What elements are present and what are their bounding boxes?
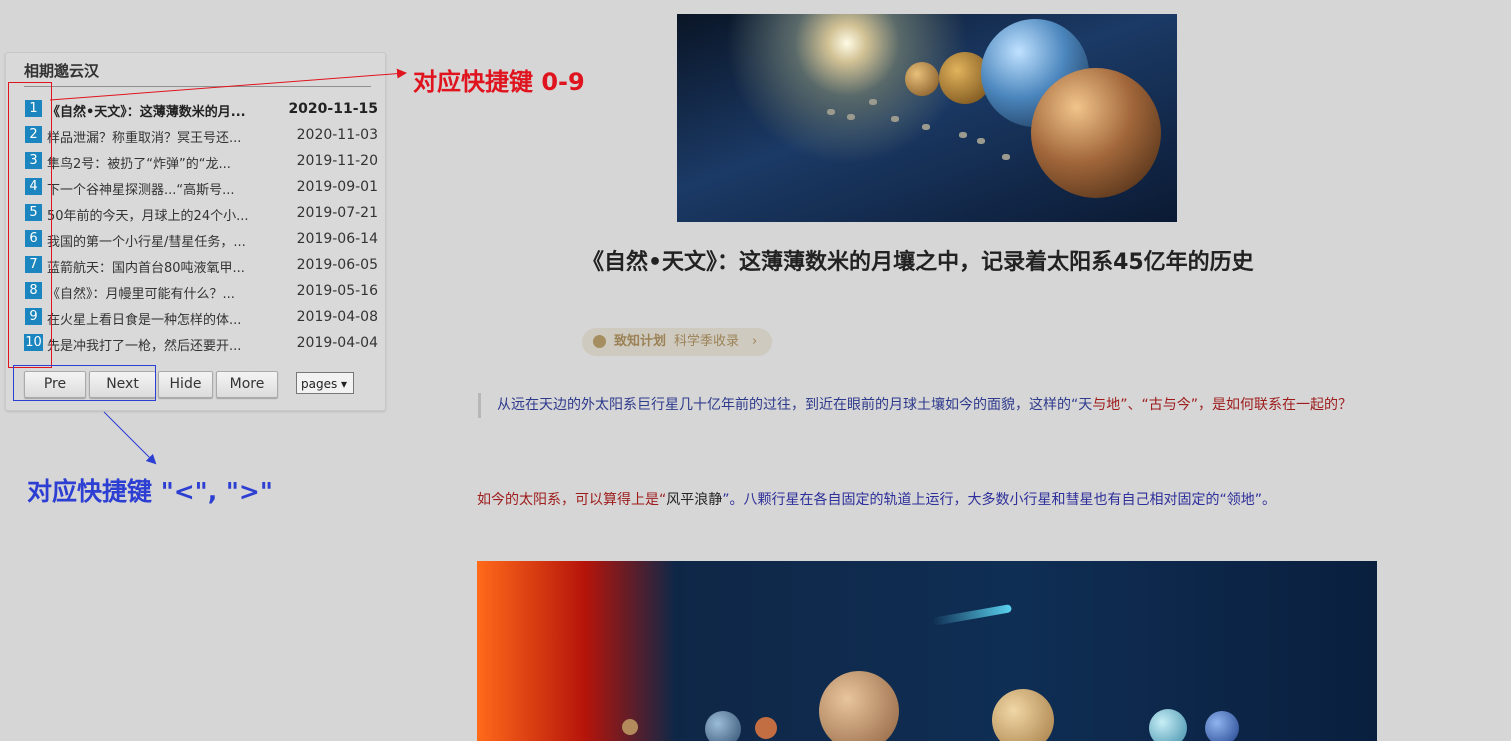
item-title[interactable]: 《自然》：月幔里可能有什么？... (47, 283, 267, 302)
item-date: 2020-11-15 (288, 101, 378, 117)
item-date: 2019-09-01 (296, 179, 378, 195)
item-date: 2019-04-08 (296, 309, 378, 325)
hide-button[interactable]: Hide (158, 371, 213, 398)
item-title[interactable]: 下一个谷神星探测器...“高斯号... (47, 179, 267, 198)
item-title[interactable]: 《自然•天文》：这薄薄数米的月... (47, 101, 267, 120)
annotation-nav-keys: 对应快捷键 "<", ">" (27, 477, 273, 506)
article-list: 1 《自然•天文》：这薄薄数米的月... 2020-11-15 2 样品泄漏？称… (24, 96, 378, 356)
item-title[interactable]: 50年前的今天，月球上的24个小... (47, 205, 267, 224)
collection-tag[interactable]: 致知计划 科学季收录 › (582, 328, 772, 356)
list-item[interactable]: 9 在火星上看日食是一种怎样的体... 2019-04-08 (24, 304, 378, 330)
item-title[interactable]: 蓝箭航天：国内首台80吨液氧甲... (47, 257, 267, 276)
list-item[interactable]: 4 下一个谷神星探测器...“高斯号... 2019-09-01 (24, 174, 378, 200)
list-item[interactable]: 6 我国的第一个小行星/彗星任务，... 2019-06-14 (24, 226, 378, 252)
pages-select[interactable]: pages ▾ (296, 372, 354, 394)
list-item[interactable]: 1 《自然•天文》：这薄薄数米的月... 2020-11-15 (24, 96, 378, 122)
item-date: 2019-04-04 (296, 335, 378, 351)
zhizhi-logo-icon (593, 335, 606, 348)
nav-highlight-box (13, 365, 156, 401)
item-date: 2019-07-21 (296, 205, 378, 221)
list-item[interactable]: 10 先是冲我打了一枪，然后还要开... 2019-04-04 (24, 330, 378, 356)
tag-brand: 致知计划 (614, 334, 667, 349)
item-date: 2020-11-03 (296, 127, 378, 143)
list-item[interactable]: 8 《自然》：月幔里可能有什么？... 2019-05-16 (24, 278, 378, 304)
item-date: 2019-06-14 (296, 231, 378, 247)
tag-label: 科学季收录 (674, 334, 740, 349)
hero-image (677, 14, 1177, 222)
more-button[interactable]: More (216, 371, 278, 398)
quote-text-3: ”、“古与今”，是如何联系在一起的？ (1120, 397, 1353, 413)
article-title: 《自然•天文》：这薄薄数米的月壤之中，记录着太阳系45亿年的历史 (582, 250, 1254, 275)
solar-system-image (477, 561, 1377, 741)
quote-text-2: 与地 (1092, 397, 1121, 413)
article-paragraph: 如今的太阳系，可以算得上是“风平浪静”。八颗行星在各自固定的轨道上运行，大多数小… (477, 488, 1378, 513)
item-title[interactable]: 隼鸟2号：被扔了“炸弹”的“龙... (47, 153, 267, 172)
list-item[interactable]: 5 50年前的今天，月球上的24个小... 2019-07-21 (24, 200, 378, 226)
list-item[interactable]: 3 隼鸟2号：被扔了“炸弹”的“龙... 2019-11-20 (24, 148, 378, 174)
para-text-1: 如今的太阳系，可以算得上是“ (477, 492, 667, 508)
item-title[interactable]: 我国的第一个小行星/彗星任务，... (47, 231, 267, 250)
number-highlight-box (8, 82, 52, 368)
item-title[interactable]: 先是冲我打了一枪，然后还要开... (47, 335, 267, 354)
item-date: 2019-06-05 (296, 257, 378, 273)
para-text-3: ”。八颗行星在各自固定的轨道上运行，大多数小行星和彗星也有自己相对固定的“领地”… (722, 492, 1277, 508)
list-item[interactable]: 2 样品泄漏？称重取消？冥王号还... 2020-11-03 (24, 122, 378, 148)
article-quote: 从远在天边的外太阳系巨行星几十亿年前的过往，到近在眼前的月球土壤如今的面貌，这样… (478, 393, 1378, 418)
item-date: 2019-11-20 (296, 153, 378, 169)
item-date: 2019-05-16 (296, 283, 378, 299)
recommend-panel: 相期邈云汉 1 《自然•天文》：这薄薄数米的月... 2020-11-15 2 … (5, 52, 386, 411)
list-item[interactable]: 7 蓝箭航天：国内首台80吨液氧甲... 2019-06-05 (24, 252, 378, 278)
blue-arrow (103, 411, 157, 465)
annotation-number-keys: 对应快捷键 0-9 (413, 68, 585, 96)
panel-title: 相期邈云汉 (24, 62, 100, 80)
chevron-right-icon: › (752, 334, 758, 349)
quote-text-1: 从远在天边的外太阳系巨行星几十亿年前的过往，到近在眼前的月球土壤如今的面貌，这样… (497, 397, 1093, 413)
item-title[interactable]: 在火星上看日食是一种怎样的体... (47, 309, 267, 328)
item-title[interactable]: 样品泄漏？称重取消？冥王号还... (47, 127, 267, 146)
panel-divider (24, 86, 371, 87)
para-text-2: 风平浪静 (666, 492, 723, 508)
